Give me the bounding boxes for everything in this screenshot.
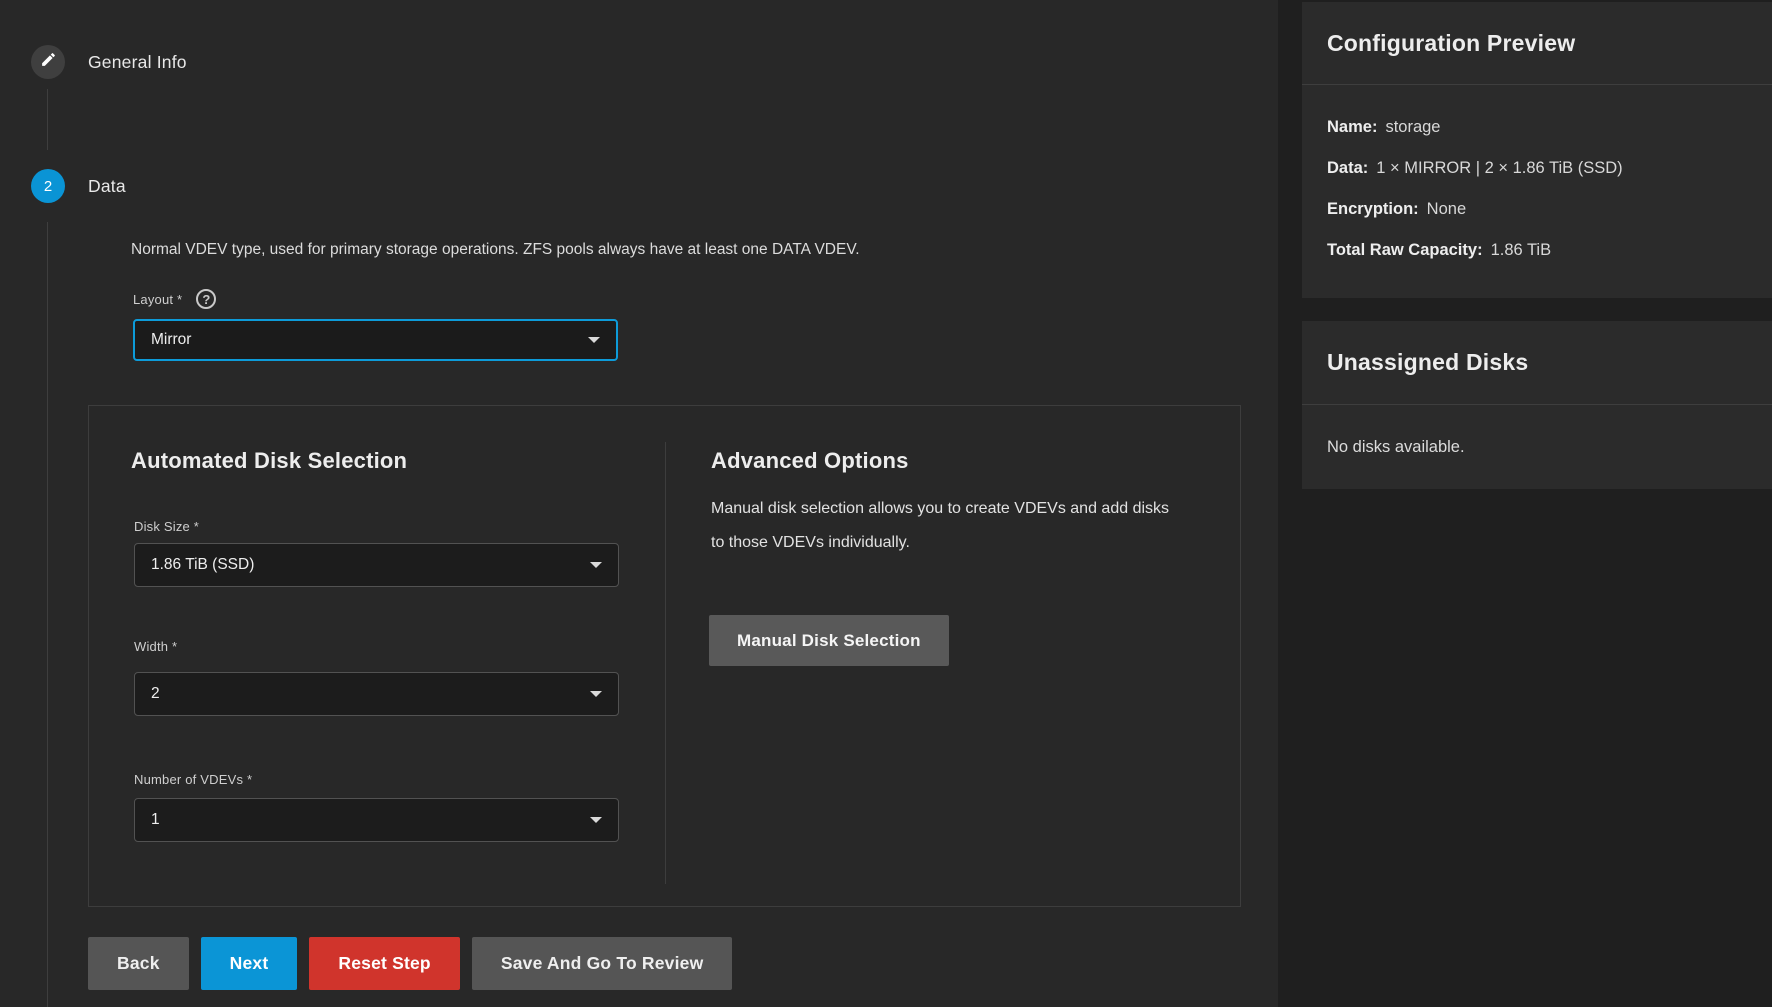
number-of-vdevs-select[interactable]: 1	[134, 798, 619, 842]
config-label: Name:	[1327, 118, 1377, 137]
manual-disk-selection-button[interactable]: Manual Disk Selection	[709, 615, 949, 666]
stepper-step-general-info[interactable]: General Info	[31, 45, 187, 79]
card-column-divider	[665, 442, 666, 884]
layout-field-header: Layout * ?	[133, 289, 216, 309]
chevron-down-icon	[588, 337, 600, 343]
save-and-go-to-review-button[interactable]: Save And Go To Review	[472, 937, 733, 990]
config-value: None	[1427, 200, 1466, 219]
disk-size-select[interactable]: 1.86 TiB (SSD)	[134, 543, 619, 587]
configuration-preview-body: Name: storage Data: 1 × MIRROR | 2 × 1.8…	[1302, 85, 1772, 271]
chevron-down-icon	[590, 562, 602, 568]
data-vdev-description: Normal VDEV type, used for primary stora…	[131, 241, 860, 259]
step-number: 2	[44, 178, 52, 195]
width-label: Width *	[134, 639, 177, 654]
advanced-options-title: Advanced Options	[711, 448, 909, 474]
disk-selection-card: Automated Disk Selection Disk Size * 1.8…	[88, 405, 1241, 907]
layout-label: Layout *	[133, 292, 182, 307]
automated-disk-selection-title: Automated Disk Selection	[131, 448, 407, 474]
chevron-down-icon	[590, 691, 602, 697]
pool-creation-wizard: General Info 2 Data Normal VDEV type, us…	[0, 0, 1772, 1007]
width-select[interactable]: 2	[134, 672, 619, 716]
config-row-data: Data: 1 × MIRROR | 2 × 1.86 TiB (SSD)	[1327, 148, 1747, 189]
step-circle-completed	[31, 45, 65, 79]
advanced-options-description: Manual disk selection allows you to crea…	[711, 492, 1181, 560]
stepper-connector	[47, 222, 48, 1007]
unassigned-disks-panel: Unassigned Disks No disks available.	[1302, 321, 1772, 489]
wizard-actions: Back Next Reset Step Save And Go To Revi…	[88, 937, 732, 990]
next-button[interactable]: Next	[201, 937, 298, 990]
config-row-total-raw-capacity: Total Raw Capacity: 1.86 TiB	[1327, 230, 1747, 271]
config-value: storage	[1385, 118, 1440, 137]
number-of-vdevs-value: 1	[151, 811, 160, 829]
stepper-step-data[interactable]: 2 Data	[31, 169, 126, 203]
step-circle-active: 2	[31, 169, 65, 203]
stepper-connector	[47, 89, 48, 150]
layout-select[interactable]: Mirror	[133, 319, 618, 361]
unassigned-disks-title: Unassigned Disks	[1302, 321, 1772, 405]
config-row-name: Name: storage	[1327, 107, 1747, 148]
config-value: 1 × MIRROR | 2 × 1.86 TiB (SSD)	[1376, 159, 1622, 178]
pencil-icon	[40, 51, 57, 73]
reset-step-button[interactable]: Reset Step	[309, 937, 459, 990]
configuration-preview-title: Configuration Preview	[1302, 2, 1772, 85]
step-label-general-info: General Info	[88, 52, 187, 73]
chevron-down-icon	[590, 817, 602, 823]
config-label: Data:	[1327, 159, 1368, 178]
disk-size-label: Disk Size *	[134, 519, 199, 534]
back-button[interactable]: Back	[88, 937, 189, 990]
config-value: 1.86 TiB	[1491, 241, 1552, 260]
config-label: Total Raw Capacity:	[1327, 241, 1483, 260]
width-value: 2	[151, 685, 160, 703]
unassigned-disks-body: No disks available.	[1302, 405, 1772, 489]
configuration-preview-panel: Configuration Preview Name: storage Data…	[1302, 2, 1772, 298]
disk-size-value: 1.86 TiB (SSD)	[151, 556, 254, 574]
config-label: Encryption:	[1327, 200, 1419, 219]
number-of-vdevs-label: Number of VDEVs *	[134, 772, 252, 787]
sidebar-region: Configuration Preview Name: storage Data…	[1278, 0, 1772, 1007]
no-disks-message: No disks available.	[1327, 438, 1465, 457]
config-row-encryption: Encryption: None	[1327, 189, 1747, 230]
step-label-data: Data	[88, 176, 126, 197]
layout-select-value: Mirror	[151, 331, 191, 349]
help-icon[interactable]: ?	[196, 289, 216, 309]
